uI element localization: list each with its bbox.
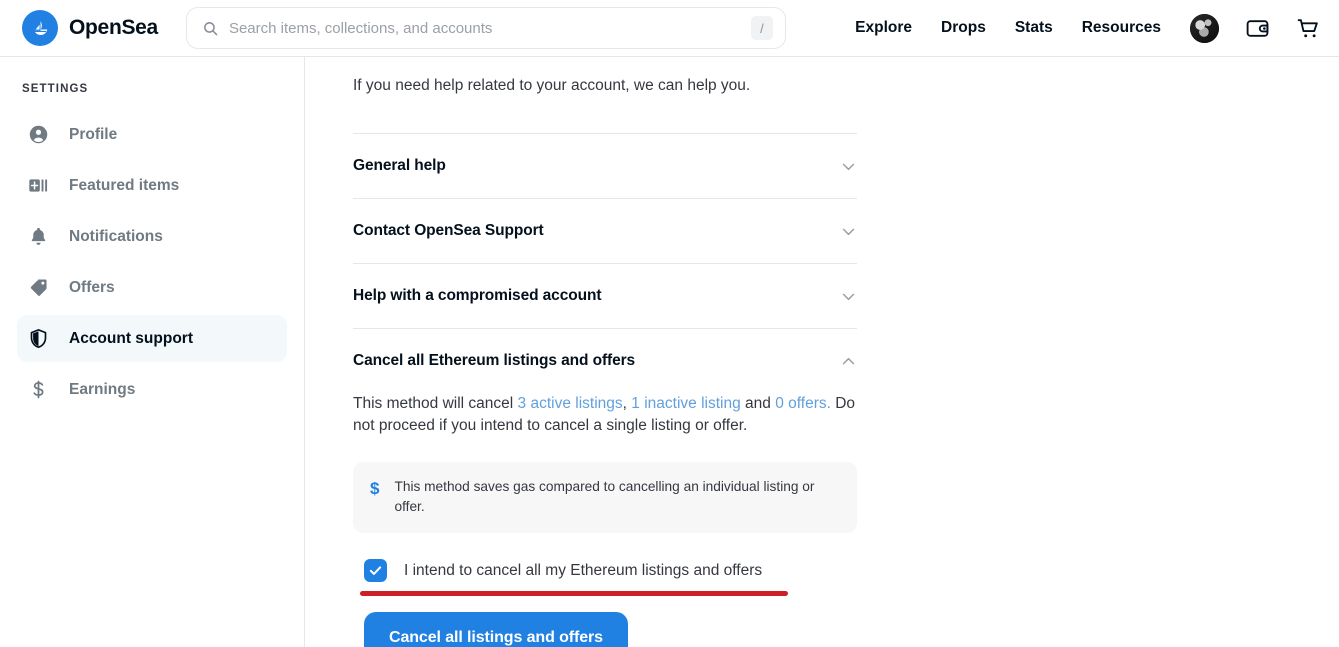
top-navigation-bar: OpenSea / Explore Drops Stats Resources: [0, 0, 1339, 57]
wallet-icon[interactable]: [1245, 16, 1270, 41]
accordion-title: Contact OpenSea Support: [353, 222, 544, 240]
account-avatar[interactable]: [1190, 13, 1219, 43]
sidebar-item-featured-items[interactable]: Featured items: [17, 162, 287, 209]
accordion-title: Help with a compromised account: [353, 287, 602, 305]
shopping-cart-icon[interactable]: [1296, 16, 1321, 41]
accordion-help-with-compromised-account[interactable]: Help with a compromised account: [353, 263, 857, 328]
description-comma: ,: [622, 395, 632, 413]
intent-checkbox[interactable]: [364, 559, 387, 583]
accordion-cancel-all-ethereum-listings-and-offers[interactable]: Cancel all Ethereum listings and offers: [353, 328, 857, 393]
page-body: SETTINGS Profile Featured items Notifica…: [0, 57, 1339, 647]
submit-button-wrapper: Cancel all listings and offers: [353, 596, 857, 647]
intent-checkbox-label[interactable]: I intend to cancel all my Ethereum listi…: [404, 562, 762, 580]
chevron-up-icon: [840, 353, 857, 370]
link-inactive-listing[interactable]: 1 inactive listing: [631, 395, 740, 412]
cancel-all-listings-and-offers-button[interactable]: Cancel all listings and offers: [364, 612, 628, 647]
sidebar-item-label: Offers: [69, 278, 115, 296]
bell-icon: [27, 226, 49, 248]
chevron-down-icon: [840, 223, 857, 240]
sidebar-item-profile[interactable]: Profile: [17, 111, 287, 158]
primary-nav-links: Explore Drops Stats Resources: [855, 19, 1161, 37]
accordion-title: General help: [353, 157, 446, 175]
settings-sidebar: SETTINGS Profile Featured items Notifica…: [0, 57, 305, 647]
opensea-logo-home-link[interactable]: OpenSea: [22, 10, 158, 46]
opensea-boat-logo-icon: [22, 10, 58, 46]
chevron-down-icon: [840, 288, 857, 305]
sidebar-item-label: Account support: [69, 329, 193, 347]
search-bar[interactable]: /: [185, 7, 786, 49]
sidebar-item-offers[interactable]: Offers: [17, 264, 287, 311]
link-offers[interactable]: 0 offers.: [775, 395, 831, 412]
search-input[interactable]: [228, 19, 741, 37]
featured-items-icon: [27, 175, 49, 197]
sidebar-item-label: Profile: [69, 125, 118, 143]
nav-link-stats[interactable]: Stats: [1015, 19, 1053, 37]
search-icon: [202, 20, 219, 37]
sidebar-item-label: Earnings: [69, 380, 136, 398]
link-active-listings[interactable]: 3 active listings: [518, 395, 623, 412]
description-and: and: [740, 395, 776, 413]
person-circle-icon: [27, 124, 49, 146]
gas-savings-notice-text: This method saves gas compared to cancel…: [394, 479, 815, 515]
account-support-main: If you need help related to your account…: [305, 57, 1339, 647]
cancel-description: This method will cancel 3 active listing…: [353, 393, 857, 437]
intent-confirmation-row: I intend to cancel all my Ethereum listi…: [353, 559, 857, 583]
nav-link-resources[interactable]: Resources: [1082, 19, 1161, 37]
dollar-icon: [27, 379, 49, 401]
accordion-contact-opensea-support[interactable]: Contact OpenSea Support: [353, 198, 857, 263]
header-icon-group: [1190, 13, 1321, 43]
sidebar-item-notifications[interactable]: Notifications: [17, 213, 287, 260]
tag-icon: [27, 277, 49, 299]
brand-name: OpenSea: [69, 16, 158, 39]
sidebar-item-earnings[interactable]: Earnings: [17, 366, 287, 413]
dollar-sign-icon: $: [370, 479, 380, 499]
shield-icon: [27, 328, 49, 350]
description-part-1: This method will cancel: [353, 395, 518, 413]
support-accordion-list: General help Contact OpenSea Support Hel…: [353, 133, 857, 647]
chevron-down-icon: [840, 158, 857, 175]
nav-link-drops[interactable]: Drops: [941, 19, 986, 37]
intro-text: If you need help related to your account…: [353, 77, 751, 94]
accordion-title: Cancel all Ethereum listings and offers: [353, 352, 636, 370]
accordion-general-help[interactable]: General help: [353, 133, 857, 198]
gas-savings-notice: $ This method saves gas compared to canc…: [353, 462, 857, 534]
sidebar-item-account-support[interactable]: Account support: [17, 315, 287, 362]
cancel-all-panel: This method will cancel 3 active listing…: [353, 393, 857, 647]
search-shortcut-badge[interactable]: /: [750, 16, 773, 40]
sidebar-item-label: Featured items: [69, 176, 180, 194]
sidebar-heading: SETTINGS: [22, 83, 89, 95]
sidebar-item-label: Notifications: [69, 227, 163, 245]
nav-link-explore[interactable]: Explore: [855, 19, 912, 37]
